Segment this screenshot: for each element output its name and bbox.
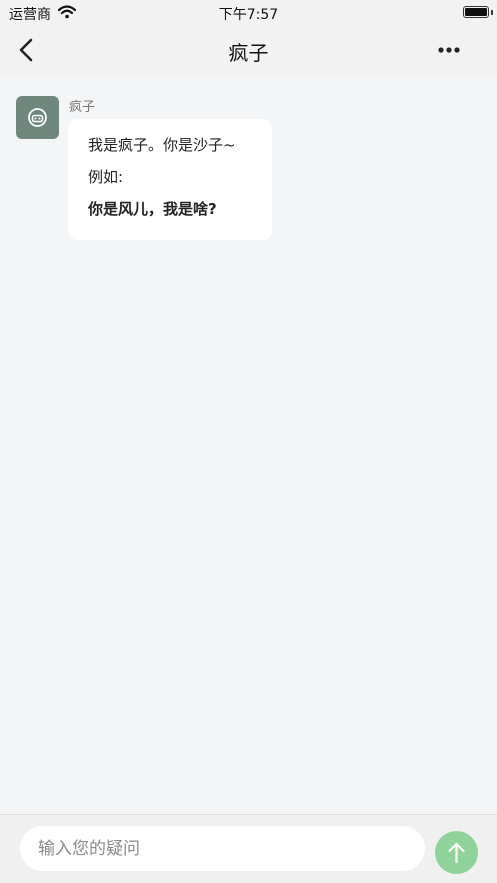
message-bold-line: 你是风儿，我是啥? — [88, 200, 217, 218]
send-button[interactable] — [435, 831, 478, 874]
message-sender-name: 疯子 — [69, 100, 96, 115]
battery-full-icon — [463, 6, 489, 18]
battery-level-fill — [465, 8, 487, 16]
bot-avatar — [16, 96, 59, 139]
battery-nub — [491, 10, 493, 15]
arrow-up-icon — [448, 842, 465, 864]
page-title: 疯子 — [228, 41, 269, 65]
robot-face-icon — [28, 108, 47, 127]
more-horizontal-icon — [438, 47, 460, 53]
more-options-button[interactable] — [433, 40, 469, 60]
status-time: 下午7:57 — [218, 7, 279, 23]
message-bubble: 我是疯子。你是沙子~ 例如: 你是风儿，我是啥? — [68, 119, 272, 240]
chat-message-list[interactable]: 疯子 我是疯子。你是沙子~ 例如: 你是风儿，我是啥? — [0, 76, 497, 814]
navigation-bar: 疯子 — [0, 26, 497, 76]
question-input[interactable] — [20, 826, 425, 871]
composer-bar — [0, 814, 497, 883]
message-text-line: 例如: — [88, 168, 124, 186]
status-bar: 运营商 下午7:57 — [0, 0, 497, 26]
message-text-line: 我是疯子。你是沙子~ — [88, 136, 236, 154]
